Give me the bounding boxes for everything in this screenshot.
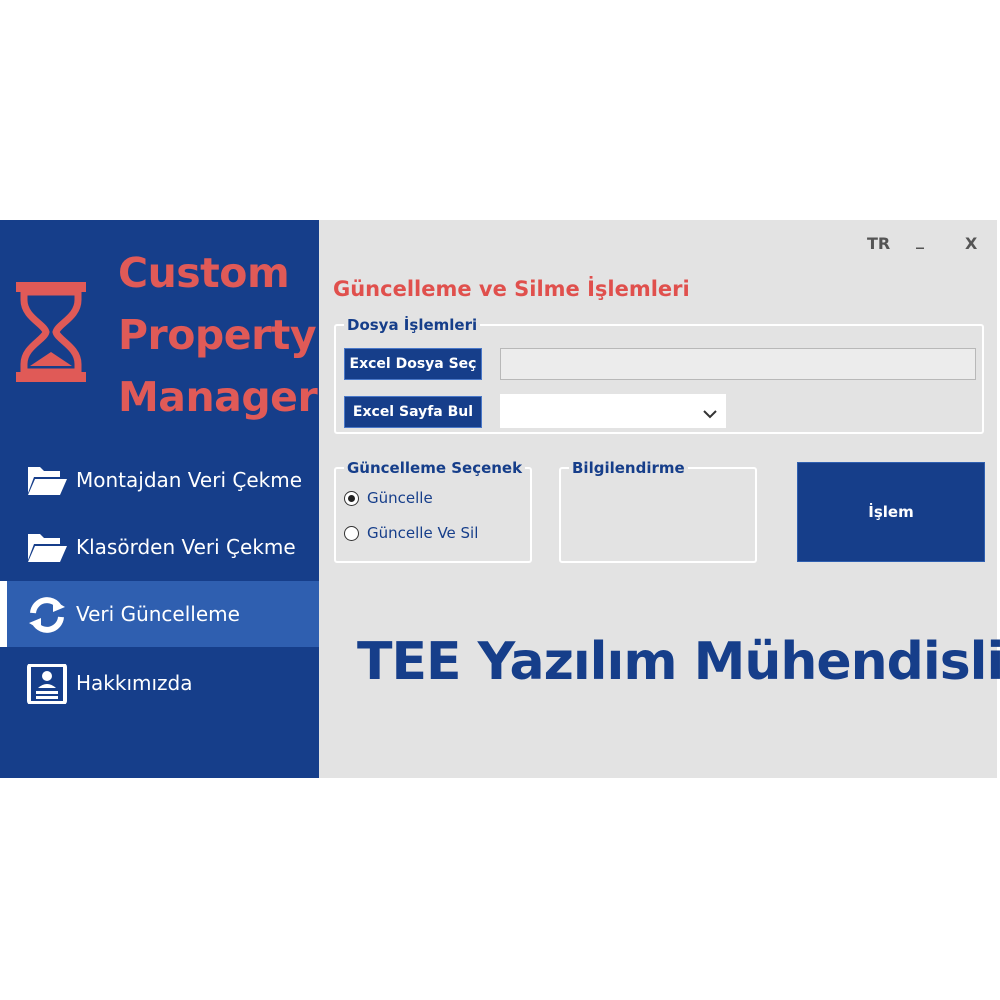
- folder-open-icon: [26, 528, 68, 566]
- sidebar: Custom Property Manager Montajdan Veri Ç…: [0, 220, 319, 778]
- company-brand-text: TEE Yazılım Mühendislik: [357, 632, 1000, 692]
- radio-guncelle-ve-sil[interactable]: Güncelle Ve Sil: [344, 524, 478, 542]
- radio-button[interactable]: [344, 525, 359, 541]
- update-options-group: Güncelleme Seçenek Güncelle Güncelle Ve …: [334, 459, 532, 563]
- folder-open-icon: [26, 461, 68, 499]
- process-button[interactable]: İşlem: [797, 462, 985, 562]
- app-window: Custom Property Manager Montajdan Veri Ç…: [0, 220, 1000, 778]
- group-legend: Dosya İşlemleri: [344, 316, 481, 334]
- language-button[interactable]: TR: [867, 234, 890, 253]
- hourglass-logo-icon: [16, 282, 86, 386]
- radio-button[interactable]: [344, 490, 359, 506]
- chevron-down-icon: [703, 404, 717, 423]
- info-group: Bilgilendirme: [559, 459, 757, 563]
- excel-file-select-button[interactable]: Excel Dosya Seç: [344, 348, 482, 380]
- file-path-field[interactable]: [500, 348, 976, 380]
- sidebar-item-label: Klasörden Veri Çekme: [76, 535, 296, 559]
- group-legend: Güncelleme Seçenek: [344, 459, 526, 477]
- logo-line-1: Custom: [118, 249, 290, 297]
- file-operations-group: Dosya İşlemleri Excel Dosya Seç Excel Sa…: [334, 316, 984, 434]
- sidebar-item-hakkimizda[interactable]: Hakkımızda: [0, 650, 319, 716]
- sidebar-item-label: Hakkımızda: [76, 671, 193, 695]
- sidebar-item-klasorden[interactable]: Klasörden Veri Çekme: [0, 514, 319, 580]
- logo-line-3: Manager: [118, 373, 318, 421]
- close-button[interactable]: X: [965, 234, 977, 253]
- radio-label: Güncelle Ve Sil: [367, 524, 479, 542]
- radio-label: Güncelle: [367, 489, 433, 507]
- logo-line-2: Property: [118, 311, 317, 359]
- group-legend: Bilgilendirme: [569, 459, 688, 477]
- page-title: Güncelleme ve Silme İşlemleri: [333, 277, 690, 301]
- minimize-button[interactable]: _: [916, 230, 924, 249]
- refresh-icon: [26, 595, 68, 633]
- contact-card-icon: [26, 663, 68, 705]
- sheet-select[interactable]: [500, 394, 726, 428]
- radio-guncelle[interactable]: Güncelle: [344, 489, 433, 507]
- sidebar-item-label: Montajdan Veri Çekme: [76, 468, 303, 492]
- excel-sheet-find-button[interactable]: Excel Sayfa Bul: [344, 396, 482, 428]
- main-content: TR _ X Güncelleme ve Silme İşlemleri Dos…: [319, 220, 1000, 778]
- sidebar-item-montajdan[interactable]: Montajdan Veri Çekme: [0, 447, 319, 513]
- sidebar-item-label: Veri Güncelleme: [76, 602, 240, 626]
- sidebar-item-veri-guncelleme[interactable]: Veri Güncelleme: [0, 581, 319, 647]
- app-logo-text: Custom Property Manager: [118, 242, 318, 428]
